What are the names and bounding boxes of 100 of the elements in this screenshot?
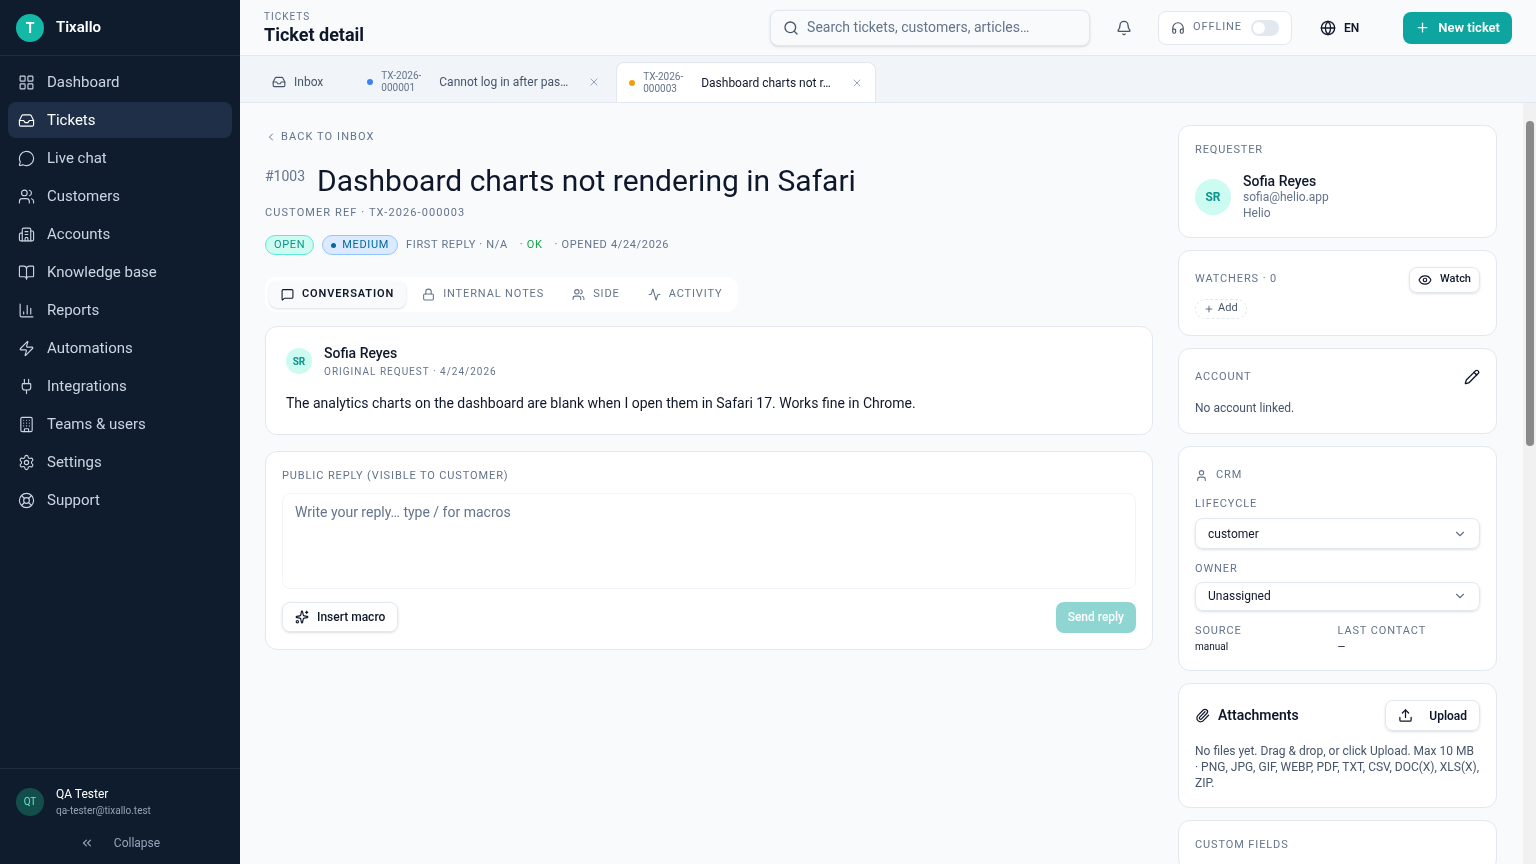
nav-item[interactable]: Tickets [8, 102, 232, 138]
avatar: QT [16, 787, 44, 816]
lightning-icon [18, 339, 35, 357]
source-value: manual [1195, 640, 1230, 654]
message-meta: ORIGINAL REQUEST · 4/24/2026 [324, 365, 497, 379]
nav-item[interactable]: Teams & users [8, 406, 232, 442]
account-text: No account linked. [1195, 400, 1296, 417]
lock-icon [422, 288, 436, 301]
first-reply: FIRST REPLY · N/A [406, 236, 508, 253]
person-icon [1195, 468, 1208, 482]
requester-name: Sofia Reyes [1243, 172, 1318, 189]
settings-icon [18, 453, 35, 471]
nav-item[interactable]: Settings [8, 444, 232, 480]
priority-badge: MEDIUM [322, 235, 398, 255]
breadcrumb: TICKETS [264, 9, 312, 24]
nav-item[interactable]: Accounts [8, 216, 232, 252]
bar-chart-icon [18, 301, 35, 319]
plus-icon [1204, 303, 1214, 314]
pulse-icon [647, 288, 661, 301]
nav-item[interactable]: Automations [8, 330, 232, 366]
upload-icon [1398, 708, 1414, 723]
building-icon [18, 225, 35, 243]
reply-label: PUBLIC REPLY (VISIBLE TO CUSTOMER) [282, 468, 510, 484]
search-input[interactable]: Search tickets, customers, articles… [807, 17, 1078, 38]
nav-item[interactable]: Customers [8, 178, 232, 214]
grid-icon [18, 73, 35, 91]
view-tab[interactable]: ACTIVITY [635, 281, 735, 308]
nav-item[interactable]: Dashboard [8, 64, 232, 100]
inbox-icon [272, 75, 286, 89]
attachments-text: No files yet. Drag & drop, or click Upload. Max 10 MB · PNG, JPG, GIF, WEBP, PDF, TXT, CSV, DOC(X), XLS(X), ZIP. [1195, 743, 1480, 791]
view-tab[interactable]: CONVERSATION [269, 281, 407, 308]
chat-bubble-icon [281, 288, 294, 301]
people-icon [572, 288, 586, 301]
ticket-tab[interactable]: TX-2026-000001 Cannot log in after pas… [355, 62, 613, 102]
page-title: Ticket detail [264, 23, 365, 47]
watch-button[interactable]: Watch [1409, 266, 1480, 293]
nav-item[interactable]: Integrations [8, 368, 232, 404]
presence-label: OFFLINE [1193, 19, 1242, 36]
globe-icon [1320, 19, 1337, 36]
nav-item[interactable]: Knowledge base [8, 254, 232, 290]
paperclip-icon [1195, 708, 1210, 723]
ticket-tab[interactable]: TX-2026-000003 Dashboard charts not r… [616, 62, 876, 102]
owner-select[interactable]: Unassigned [1195, 581, 1480, 611]
last-contact-value: — [1337, 640, 1347, 654]
language-button[interactable]: EN [1320, 18, 1360, 37]
ticket-number: #1003 [265, 166, 306, 186]
field-label: LAST CONTACT [1337, 622, 1428, 639]
presence-toggle[interactable] [1251, 19, 1280, 36]
chat-bubble-icon [18, 149, 35, 167]
bell-icon[interactable] [1116, 19, 1133, 36]
tab-label: Cannot log in after pas… [439, 74, 569, 91]
section-heading: ACCOUNT [1195, 368, 1252, 385]
field-label: LIFECYCLE [1195, 495, 1259, 512]
requester-company: Helio [1243, 204, 1272, 221]
building-icon [18, 415, 35, 433]
logo: T [16, 13, 44, 42]
section-heading: REQUESTER [1195, 142, 1265, 158]
plus-icon [1415, 20, 1431, 35]
avatar: SR [1195, 178, 1231, 215]
ticket-ref: TX-2026-000003 [643, 70, 685, 95]
customer-ref: CUSTOMER REF · TX-2026-000003 [265, 204, 467, 221]
reply-field[interactable]: Write your reply… type / for macros [282, 492, 1136, 589]
requester-email: sofia@helio.app [1243, 189, 1329, 205]
opened-date: · OPENED 4/24/2026 [554, 236, 670, 253]
inbox-icon [18, 111, 35, 129]
section-heading: CUSTOM FIELDS [1195, 837, 1290, 853]
nav-item[interactable]: Live chat [8, 140, 232, 176]
pencil-icon[interactable] [1464, 368, 1480, 385]
nav-item[interactable]: Support [8, 482, 232, 518]
view-tab[interactable]: INTERNAL NOTES [410, 281, 557, 308]
search-icon [783, 19, 800, 36]
author-name: Sofia Reyes [324, 344, 399, 363]
scrollbar[interactable] [1523, 103, 1536, 864]
upload-button[interactable]: Upload [1385, 700, 1480, 731]
user-email: qa-tester@tixallo.test [56, 804, 151, 818]
sparkles-icon [295, 610, 309, 624]
status-badge: OPEN [265, 235, 315, 255]
avatar: SR [286, 348, 312, 374]
back-link[interactable]: BACK TO INBOX [265, 129, 1153, 146]
view-tab[interactable]: SIDE [560, 281, 632, 308]
section-heading: CRM [1216, 467, 1243, 483]
eye-icon [1418, 272, 1433, 287]
insert-macro-button[interactable]: Insert macro [282, 602, 399, 632]
collapse-button[interactable]: Collapse [79, 834, 161, 852]
brand-name: Tixallo [56, 17, 102, 39]
lifebuoy-icon [18, 491, 35, 509]
sla-status: · OK [519, 236, 543, 253]
nav-item[interactable]: Reports [8, 292, 232, 328]
people-icon [18, 187, 35, 205]
lifecycle-select[interactable]: customer [1195, 518, 1480, 549]
message-body: The analytics charts on the dashboard are blank when I open them in Safari 17. Works fine in Chrome. [285, 394, 917, 413]
ticket-title: Dashboard charts not rendering in Safari [317, 162, 856, 199]
field-label: SOURCE [1195, 622, 1243, 639]
section-heading: WATCHERS · 0 [1195, 271, 1278, 288]
tab-label: Dashboard charts not r… [701, 74, 831, 92]
field-label: OWNER [1195, 561, 1239, 577]
ticket-tab[interactable]: Inbox [260, 62, 352, 102]
book-icon [18, 263, 35, 281]
ticket-ref: TX-2026-000001 [381, 70, 423, 94]
search-field[interactable]: Search tickets, customers, articles… [770, 9, 1091, 46]
